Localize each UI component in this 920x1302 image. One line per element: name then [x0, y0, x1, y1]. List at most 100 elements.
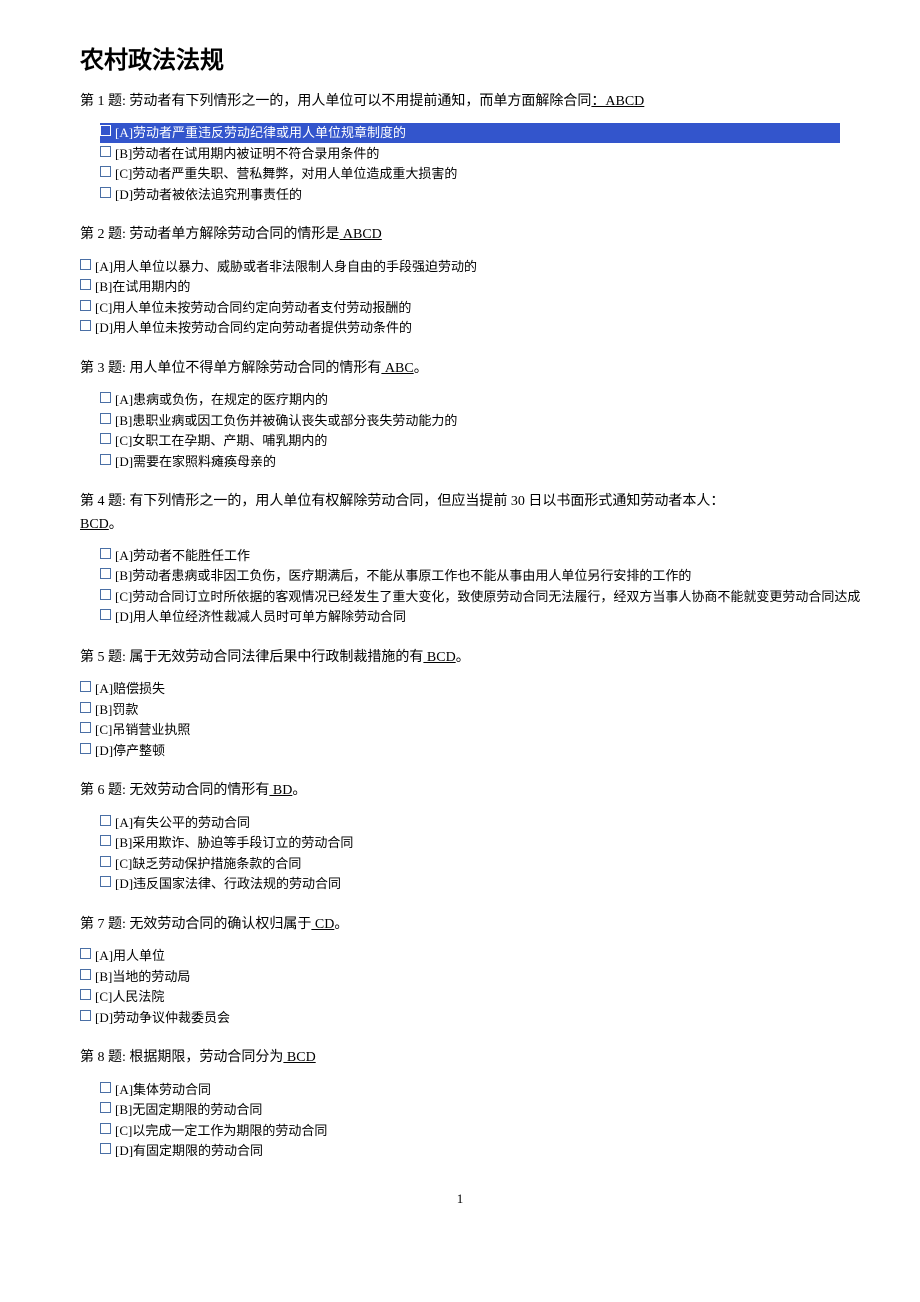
option-row[interactable]: [D]用人单位未按劳动合同约定向劳动者提供劳动条件的 [80, 318, 840, 338]
question-number: 第 1 题: [80, 94, 129, 109]
option-label: [D]需要在家照料瘫痪母亲的 [115, 452, 276, 472]
checkbox-icon[interactable] [100, 1082, 111, 1093]
option-row[interactable]: [C]缺乏劳动保护措施条款的合同 [100, 854, 840, 874]
option-row[interactable]: [B]罚款 [80, 700, 840, 720]
checkbox-icon[interactable] [80, 743, 91, 754]
checkbox-icon[interactable] [100, 1102, 111, 1113]
option-row[interactable]: [B]劳动者患病或非因工负伤，医疗期满后，不能从事原工作也不能从事由用人单位另行… [100, 566, 840, 586]
checkbox-icon[interactable] [80, 279, 91, 290]
option-row[interactable]: [B]患职业病或因工负伤并被确认丧失或部分丧失劳动能力的 [100, 411, 840, 431]
checkbox-icon[interactable] [100, 187, 111, 198]
options-list: [A]集体劳动合同[B]无固定期限的劳动合同[C]以完成一定工作为期限的劳动合同… [80, 1080, 840, 1161]
question-text: 劳动者有下列情形之一的，用人单位可以不用提前通知，而单方面解除合同 [129, 94, 591, 109]
checkbox-icon[interactable] [80, 948, 91, 959]
question-answer: ABCD [339, 227, 381, 242]
option-label: [A]用人单位以暴力、威胁或者非法限制人身自由的手段强迫劳动的 [95, 257, 477, 277]
checkbox-icon[interactable] [80, 989, 91, 1000]
option-label: [D]用人单位经济性裁减人员时可单方解除劳动合同 [115, 607, 406, 627]
checkbox-icon[interactable] [100, 1123, 111, 1134]
option-label: [A]集体劳动合同 [115, 1080, 211, 1100]
checkbox-icon[interactable] [100, 413, 111, 424]
question-block: 第 4 题: 有下列情形之一的，用人单位有权解除劳动合同，但应当提前 30 日以… [80, 491, 840, 627]
question-suffix: 。 [292, 783, 306, 798]
options-list: [A]劳动者不能胜任工作[B]劳动者患病或非因工负伤，医疗期满后，不能从事原工作… [80, 546, 840, 627]
option-row[interactable]: [B]无固定期限的劳动合同 [100, 1100, 840, 1120]
checkbox-icon[interactable] [100, 125, 111, 136]
checkbox-icon[interactable] [100, 815, 111, 826]
checkbox-icon[interactable] [100, 1143, 111, 1154]
question-prompt: 第 1 题: 劳动者有下列情形之一的，用人单位可以不用提前通知，而单方面解除合同… [80, 91, 840, 113]
option-row[interactable]: [D]需要在家照料瘫痪母亲的 [100, 452, 840, 472]
checkbox-icon[interactable] [80, 259, 91, 270]
option-row[interactable]: [D]有固定期限的劳动合同 [100, 1141, 840, 1161]
option-label: [D]用人单位未按劳动合同约定向劳动者提供劳动条件的 [95, 318, 412, 338]
option-row[interactable]: [C]劳动者严重失职、营私舞弊，对用人单位造成重大损害的 [100, 164, 840, 184]
option-row[interactable]: [A]有失公平的劳动合同 [100, 813, 840, 833]
option-row[interactable]: [D]违反国家法律、行政法规的劳动合同 [100, 874, 840, 894]
option-row[interactable]: [B]在试用期内的 [80, 277, 840, 297]
option-row[interactable]: [A]劳动者不能胜任工作 [100, 546, 840, 566]
question-suffix: 。 [414, 361, 428, 376]
option-row[interactable]: [C]吊销营业执照 [80, 720, 840, 740]
option-label: [D]有固定期限的劳动合同 [115, 1141, 263, 1161]
option-label: [C]缺乏劳动保护措施条款的合同 [115, 854, 301, 874]
checkbox-icon[interactable] [100, 876, 111, 887]
checkbox-icon[interactable] [100, 609, 111, 620]
question-number: 第 4 题: [80, 494, 129, 509]
option-row[interactable]: [D]用人单位经济性裁减人员时可单方解除劳动合同 [100, 607, 840, 627]
option-label: [A]用人单位 [95, 946, 165, 966]
checkbox-icon[interactable] [100, 146, 111, 157]
checkbox-icon[interactable] [80, 320, 91, 331]
option-row[interactable]: [C]劳动合同订立时所依据的客观情况已经发生了重大变化，致使原劳动合同无法履行，… [100, 587, 840, 607]
question-text: 无效劳动合同的确认权归属于 [129, 917, 311, 932]
checkbox-icon[interactable] [80, 681, 91, 692]
question-block: 第 7 题: 无效劳动合同的确认权归属于 CD。[A]用人单位[B]当地的劳动局… [80, 914, 840, 1027]
checkbox-icon[interactable] [100, 166, 111, 177]
option-row[interactable]: [D]停产整顿 [80, 741, 840, 761]
checkbox-icon[interactable] [80, 702, 91, 713]
option-label: [D]劳动争议仲裁委员会 [95, 1008, 230, 1028]
question-text: 有下列情形之一的，用人单位有权解除劳动合同，但应当提前 30 日以书面形式通知劳… [129, 494, 724, 509]
question-number: 第 2 题: [80, 227, 129, 242]
options-list: [A]有失公平的劳动合同[B]采用欺诈、胁迫等手段订立的劳动合同[C]缺乏劳动保… [80, 813, 840, 894]
option-row[interactable]: [C]以完成一定工作为期限的劳动合同 [100, 1121, 840, 1141]
checkbox-icon[interactable] [100, 454, 111, 465]
option-label: [A]劳动者不能胜任工作 [115, 546, 250, 566]
option-label: [C]以完成一定工作为期限的劳动合同 [115, 1121, 327, 1141]
option-row[interactable]: [B]劳动者在试用期内被证明不符合录用条件的 [100, 144, 840, 164]
question-prompt: 第 5 题: 属于无效劳动合同法律后果中行政制裁措施的有 BCD。 [80, 647, 840, 669]
checkbox-icon[interactable] [100, 433, 111, 444]
checkbox-icon[interactable] [80, 969, 91, 980]
checkbox-icon[interactable] [100, 835, 111, 846]
option-row[interactable]: [A]患病或负伤，在规定的医疗期内的 [100, 390, 840, 410]
question-block: 第 3 题: 用人单位不得单方解除劳动合同的情形有 ABC。 [A]患病或负伤，在… [80, 358, 840, 471]
checkbox-icon[interactable] [100, 589, 111, 600]
question-suffix: 。 [334, 917, 348, 932]
option-label: [A]劳动者严重违反劳动纪律或用人单位规章制度的 [115, 123, 406, 143]
checkbox-icon[interactable] [80, 1010, 91, 1021]
checkbox-icon[interactable] [80, 722, 91, 733]
option-row[interactable]: [C]用人单位未按劳动合同约定向劳动者支付劳动报酬的 [80, 298, 840, 318]
option-row[interactable]: [C]女职工在孕期、产期、哺乳期内的 [100, 431, 840, 451]
option-row[interactable]: [A]赔偿损失 [80, 679, 840, 699]
option-row[interactable]: [A]劳动者严重违反劳动纪律或用人单位规章制度的 [100, 123, 840, 143]
options-list: [A]赔偿损失[B]罚款[C]吊销营业执照[D]停产整顿 [80, 679, 840, 760]
checkbox-icon[interactable] [80, 300, 91, 311]
option-row[interactable]: [D]劳动者被依法追究刑事责任的 [100, 185, 840, 205]
question-text: 属于无效劳动合同法律后果中行政制裁措施的有 [129, 650, 423, 665]
option-row[interactable]: [B]采用欺诈、胁迫等手段订立的劳动合同 [100, 833, 840, 853]
option-row[interactable]: [A]集体劳动合同 [100, 1080, 840, 1100]
checkbox-icon[interactable] [100, 856, 111, 867]
option-label: [C]女职工在孕期、产期、哺乳期内的 [115, 431, 327, 451]
option-row[interactable]: [D]劳动争议仲裁委员会 [80, 1008, 840, 1028]
checkbox-icon[interactable] [100, 392, 111, 403]
question-block: 第 6 题: 无效劳动合同的情形有 BD。[A]有失公平的劳动合同[B]采用欺诈… [80, 780, 840, 893]
option-row[interactable]: [C]人民法院 [80, 987, 840, 1007]
question-block: 第 2 题: 劳动者单方解除劳动合同的情形是 ABCD[A]用人单位以暴力、威胁… [80, 224, 840, 337]
option-row[interactable]: [B]当地的劳动局 [80, 967, 840, 987]
option-row[interactable]: [A]用人单位 [80, 946, 840, 966]
option-row[interactable]: [A]用人单位以暴力、威胁或者非法限制人身自由的手段强迫劳动的 [80, 257, 840, 277]
checkbox-icon[interactable] [100, 548, 111, 559]
question-prompt: 第 3 题: 用人单位不得单方解除劳动合同的情形有 ABC。 [80, 358, 840, 380]
checkbox-icon[interactable] [100, 568, 111, 579]
